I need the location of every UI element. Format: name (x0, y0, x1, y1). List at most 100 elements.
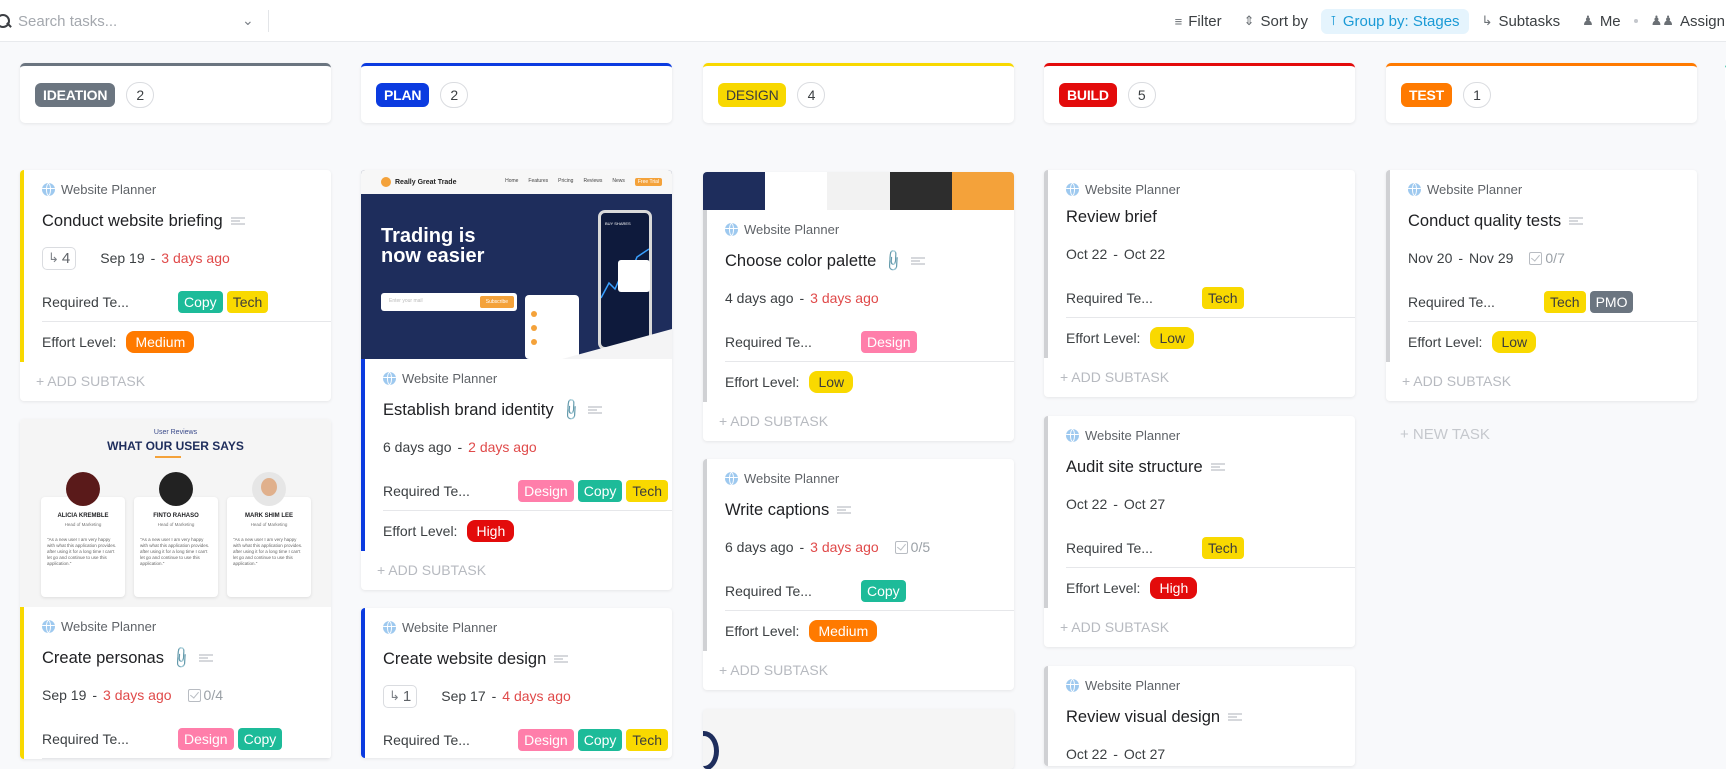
filter-button[interactable]: ≡ Filter (1166, 9, 1231, 34)
tag-tech[interactable]: Tech (1544, 290, 1586, 313)
review-card: MARK SHIM LEE Head of Marketing "As a ne… (227, 472, 311, 597)
add-subtask-button[interactable]: + ADD SUBTASK (1044, 358, 1355, 397)
task-title[interactable]: Review brief (1066, 206, 1355, 228)
assignees-label: Assign (1679, 12, 1725, 30)
thumb-popup (618, 260, 650, 292)
add-subtask-button[interactable]: + ADD SUBTASK (703, 651, 1014, 690)
column-header[interactable]: PLAN 2 (361, 63, 672, 123)
column-header[interactable]: IDEATION 2 (20, 63, 331, 123)
task-card[interactable]: Website Planner Conduct quality tests No… (1386, 170, 1697, 401)
add-subtask-button[interactable]: + ADD SUBTASK (1386, 362, 1697, 401)
task-count: 5 (1127, 81, 1156, 108)
add-subtask-button[interactable]: + ADD SUBTASK (361, 551, 672, 590)
task-title[interactable]: Audit site structure (1066, 456, 1355, 478)
task-card[interactable]: Website Planner Write captions 6 days ag… (703, 459, 1014, 690)
tag-design[interactable]: Design (178, 727, 234, 750)
column-header[interactable]: DESIGN 4 (703, 63, 1014, 123)
add-subtask-button[interactable]: + ADD SUBTASK (1044, 608, 1355, 647)
task-card[interactable]: Website Planner Create website design ↳ 1… (361, 608, 672, 758)
task-card[interactable]: Website Planner Conduct website briefing… (20, 170, 331, 401)
thumb-heading: WHAT OUR USER SAYS (107, 439, 244, 453)
attachment-thumbnail[interactable]: User Reviews WHAT OUR USER SAYS ALICIA K… (20, 419, 331, 607)
task-dates: Oct 22- Oct 27 (1066, 492, 1355, 516)
subtasks-button[interactable]: ↳ Subtasks (1473, 9, 1570, 34)
attachment-thumbnail[interactable]: Really Great Trade Home Features Pricing… (361, 170, 672, 359)
subtask-count-button[interactable]: ↳ 1 (383, 684, 418, 708)
task-title[interactable]: Create website design (383, 648, 672, 670)
task-title[interactable]: Choose color palette 📎 (725, 248, 1014, 274)
task-card[interactable]: User Reviews WHAT OUR USER SAYS ALICIA K… (20, 419, 331, 759)
task-card[interactable]: Website Planner Audit site structure Oct… (1044, 416, 1355, 647)
effort-badge[interactable]: High (467, 520, 515, 542)
effort-level-field: Effort Level: Low (1066, 318, 1355, 358)
task-card[interactable]: Website Planner Review visual design Oct… (1044, 666, 1355, 766)
review-quote: "As a new user I am very happy with what… (233, 537, 303, 566)
effort-level-field: Effort Level: High (1066, 568, 1355, 608)
column-header[interactable]: TEST 1 (1386, 63, 1697, 123)
task-title[interactable]: Create personas 📎 (42, 646, 331, 671)
task-title[interactable]: Review visual design (1066, 706, 1355, 728)
sort-button[interactable]: ⇕ Sort by (1235, 9, 1317, 34)
tag-design[interactable]: Design (518, 728, 574, 751)
effort-badge[interactable]: High (1150, 577, 1198, 599)
tag-copy[interactable]: Copy (577, 728, 623, 751)
checklist-progress[interactable]: 0/4 (187, 687, 223, 703)
task-title[interactable]: Establish brand identity 📎 (383, 398, 672, 423)
me-button[interactable]: ♟ Me (1573, 9, 1630, 34)
field-label: Required Te... (1066, 289, 1153, 306)
chevron-down-icon[interactable]: ⌄ (242, 12, 254, 29)
tag-pmo[interactable]: PMO (1589, 290, 1634, 313)
tag-copy[interactable]: Copy (178, 290, 223, 313)
color-palette-thumbnail[interactable] (703, 172, 1014, 210)
tag-tech[interactable]: Tech (1202, 536, 1244, 559)
tag-tech[interactable]: Tech (226, 290, 269, 313)
tag-tech[interactable]: Tech (626, 479, 668, 502)
start-date: 6 days ago (725, 539, 794, 555)
description-icon (230, 217, 245, 225)
date-separator: - (150, 250, 156, 266)
field-label: Required Te... (383, 482, 470, 499)
group-by-button[interactable]: ⊺ Group by: Stages (1321, 8, 1469, 34)
tag-copy[interactable]: Copy (237, 727, 283, 750)
tag-tech[interactable]: Tech (626, 728, 668, 751)
task-title[interactable]: Write captions (725, 499, 1014, 521)
assignees-button[interactable]: ♟♟ Assign (1642, 9, 1726, 34)
tag-copy[interactable]: Copy (577, 479, 623, 502)
effort-badge[interactable]: Low (1492, 331, 1537, 353)
globe-icon (725, 222, 738, 236)
checklist-progress[interactable]: 0/5 (894, 539, 930, 555)
date-separator: - (457, 439, 463, 455)
project-name: Website Planner (1085, 181, 1181, 197)
users-icon: ♟♟ (1650, 13, 1674, 28)
task-card[interactable]: Website Planner Choose color palette 📎 4 … (703, 172, 1014, 441)
effort-badge[interactable]: Medium (809, 620, 878, 642)
tag-tech[interactable]: Tech (1202, 286, 1244, 309)
task-card[interactable]: Really Great Trade Home Features Pricing… (361, 170, 672, 590)
task-title[interactable]: Conduct quality tests (1408, 210, 1697, 232)
task-count: 2 (126, 81, 155, 108)
search-input[interactable] (18, 12, 218, 30)
task-count: 1 (1462, 81, 1491, 108)
tag-design[interactable]: Design (861, 330, 917, 353)
task-card[interactable] (703, 709, 1014, 769)
stage-badge: IDEATION (35, 82, 116, 107)
tag-copy[interactable]: Copy (861, 579, 906, 602)
tag-design[interactable]: Design (518, 479, 574, 502)
subtask-count-button[interactable]: ↳ 4 (42, 246, 77, 270)
new-task-button[interactable]: + NEW TASK (1400, 426, 1490, 443)
group-by-label: Group by: Stages (1342, 12, 1460, 30)
task-card[interactable]: Website Planner Review brief Oct 22- Oct … (1044, 170, 1355, 397)
globe-icon (42, 182, 55, 196)
effort-badge[interactable]: Low (809, 371, 854, 393)
add-subtask-button[interactable]: + ADD SUBTASK (20, 362, 331, 401)
effort-badge[interactable]: Medium (126, 331, 195, 353)
task-title[interactable]: Conduct website briefing (42, 210, 331, 232)
attachment-icon: 📎 (880, 248, 906, 274)
add-subtask-button[interactable]: + ADD SUBTASK (703, 402, 1014, 441)
due-date: 3 days ago (161, 250, 230, 266)
task-title-text: Choose color palette (725, 251, 877, 270)
column-header[interactable]: BUILD 5 (1044, 63, 1355, 123)
avatar (66, 472, 100, 506)
checklist-progress[interactable]: 0/7 (1529, 250, 1565, 266)
effort-badge[interactable]: Low (1150, 327, 1195, 349)
